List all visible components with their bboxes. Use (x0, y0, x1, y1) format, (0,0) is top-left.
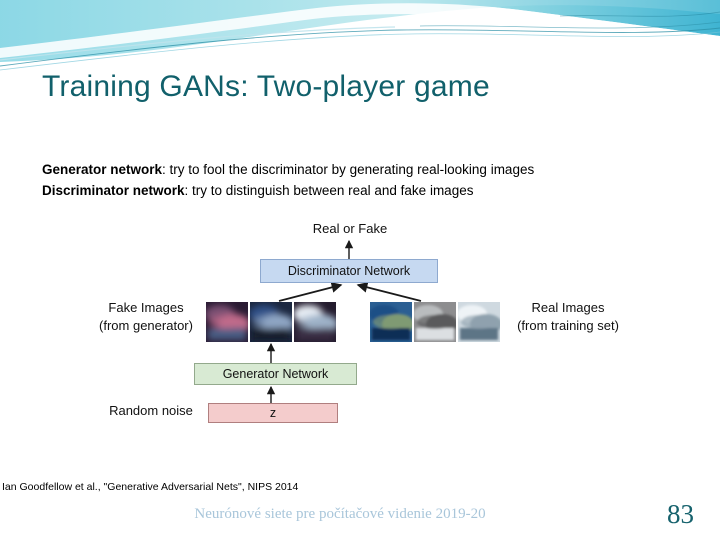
random-noise-label: Random noise (109, 403, 193, 418)
discriminator-network-box: Discriminator Network (260, 259, 438, 283)
body-line-discriminator-bold: Discriminator network (42, 182, 185, 198)
thumbnail-blurry-dark-blue-car (250, 302, 292, 342)
thumbnail-white-car-photo (458, 302, 500, 342)
wave-swoosh-icon (0, 0, 720, 72)
slide-canvas: Training GANs: Two-player game Generator… (0, 0, 720, 540)
citation-text: Ian Goodfellow et al., "Generative Adver… (2, 481, 299, 493)
real-images-line1: Real Images (531, 300, 605, 315)
body-text-block: Generator network: try to fool the discr… (42, 160, 682, 201)
decorative-wave-band (0, 0, 720, 72)
footer-course-title: Neurónové siete pre počítačové videnie 2… (194, 506, 486, 522)
body-line-generator-bold: Generator network (42, 162, 163, 177)
thumbnail-silver-sedan-photo (414, 302, 456, 342)
body-line-discriminator-rest: : try to distinguish between real and fa… (184, 182, 474, 198)
real-images-line2: (from training set) (517, 317, 619, 333)
slide-title: Training GANs: Two-player game (42, 70, 490, 103)
fake-images-line1: Fake Images (108, 300, 184, 315)
real-or-fake-label: Real or Fake (312, 221, 388, 236)
body-line-generator: Generator network: try to fool the discr… (42, 160, 682, 181)
body-line-generator-rest: : try to fool the discriminator by gener… (162, 162, 535, 177)
fake-images-label: Fake Images (from generator) (86, 299, 206, 334)
thumbnail-blurry-white-car-dark-bg (294, 302, 336, 342)
fake-images-line2: (from generator) (99, 317, 193, 333)
generator-network-box: Generator Network (194, 363, 357, 385)
page-number: 83 (667, 499, 694, 529)
real-image-thumbnails (370, 302, 500, 342)
fake-image-thumbnails (206, 302, 336, 342)
thumbnail-blurry-crowd-purple (206, 302, 248, 342)
latent-z-box: z (208, 403, 338, 423)
body-line-discriminator: Discriminator network: try to distinguis… (42, 181, 682, 202)
thumbnail-blue-sedan-photo (370, 302, 412, 342)
real-images-label: Real Images (from training set) (498, 299, 638, 334)
gan-architecture-diagram: Real or Fake Discriminator Network Fake … (0, 215, 720, 440)
